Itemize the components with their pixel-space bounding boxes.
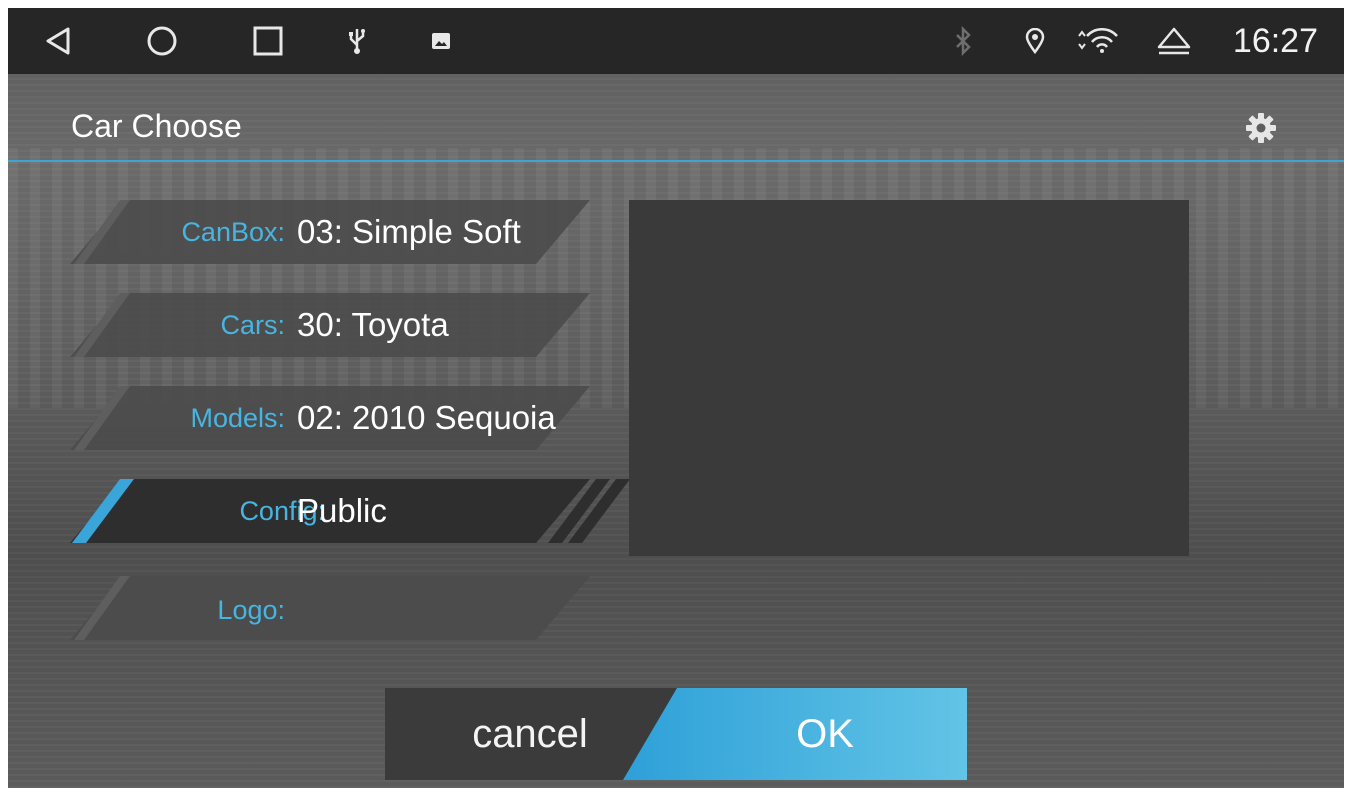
cancel-button[interactable]: cancel bbox=[385, 688, 675, 780]
row-value: 02: 2010 Sequoia bbox=[297, 399, 556, 436]
usb-icon bbox=[342, 8, 372, 74]
row-models[interactable]: Models: 02: 2010 Sequoia bbox=[70, 386, 590, 450]
home-icon[interactable] bbox=[142, 8, 182, 74]
back-icon[interactable] bbox=[38, 8, 78, 74]
row-config-selected[interactable]: Config: Public bbox=[70, 479, 630, 543]
title-bar: Car Choose bbox=[8, 74, 1344, 162]
row-cars[interactable]: Cars: 30: Toyota bbox=[70, 293, 590, 357]
row-label: Logo: bbox=[217, 595, 285, 625]
row-value: 30: Toyota bbox=[297, 306, 449, 343]
car-choose-screen: 16:27 Car Choose CanBox: 03: Simple Soft… bbox=[8, 8, 1344, 788]
row-label: Cars: bbox=[220, 310, 285, 340]
wifi-icon bbox=[1074, 8, 1120, 74]
action-buttons: cancel OK bbox=[385, 688, 967, 780]
gear-icon[interactable] bbox=[1243, 110, 1279, 146]
recents-icon[interactable] bbox=[248, 8, 288, 74]
page-title: Car Choose bbox=[71, 108, 242, 144]
row-canbox[interactable]: CanBox: 03: Simple Soft bbox=[70, 200, 590, 264]
row-logo[interactable]: Logo: bbox=[70, 576, 590, 640]
row-label: Models: bbox=[190, 403, 285, 433]
image-icon bbox=[426, 8, 456, 74]
location-icon bbox=[1020, 8, 1050, 74]
row-background bbox=[70, 576, 590, 640]
row-value: 03: Simple Soft bbox=[297, 213, 521, 250]
ok-button[interactable]: OK bbox=[663, 688, 967, 780]
eject-icon[interactable] bbox=[1154, 8, 1194, 74]
bluetooth-icon bbox=[948, 8, 978, 74]
row-value: Public bbox=[297, 492, 387, 529]
clock: 16:27 bbox=[1232, 22, 1318, 60]
row-label: CanBox: bbox=[181, 217, 285, 247]
status-bar: 16:27 bbox=[8, 8, 1344, 74]
config-preview-panel bbox=[629, 200, 1189, 556]
